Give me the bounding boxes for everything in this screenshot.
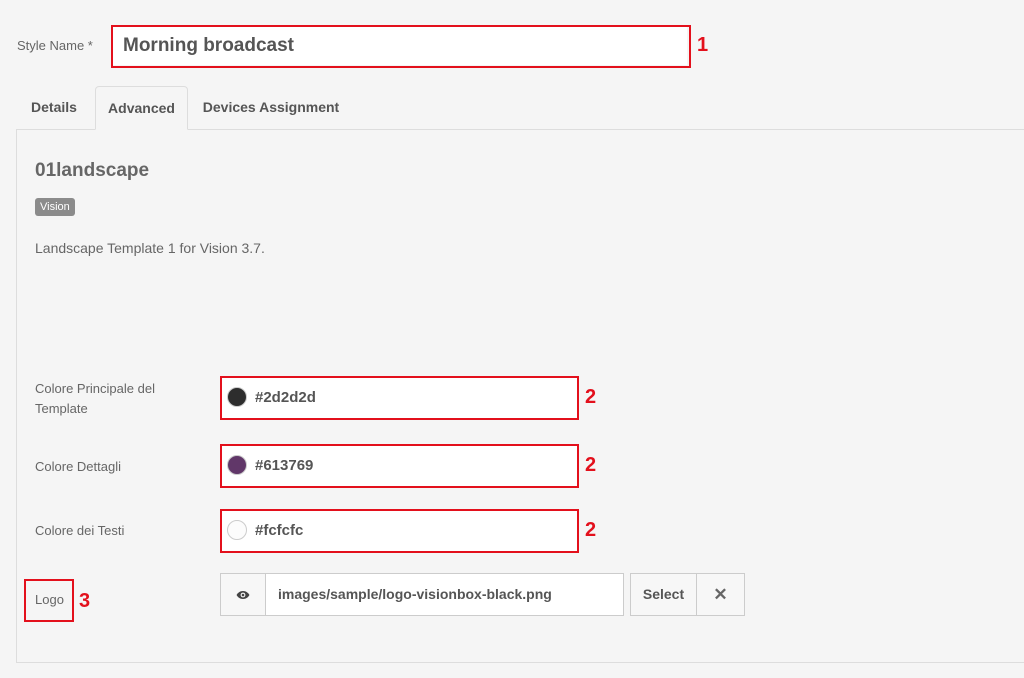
tab-details[interactable]: Details	[16, 86, 92, 129]
close-icon: ✕	[713, 585, 728, 604]
color-text-label: Colore dei Testi	[35, 523, 125, 538]
annotation-number-1: 1	[697, 34, 709, 56]
template-title: 01landscape	[35, 160, 150, 181]
color-main-label: Colore Principale del Template	[35, 381, 155, 416]
annotation-number-3: 3	[79, 590, 91, 612]
eye-icon	[236, 591, 250, 600]
template-badge: Vision	[35, 198, 75, 216]
tab-advanced[interactable]: Advanced	[95, 86, 188, 130]
annotation-number-2b: 2	[585, 454, 597, 476]
color-details-label: Colore Dettagli	[35, 459, 121, 474]
annotation-number-2c: 2	[585, 519, 597, 541]
clear-logo-button[interactable]: ✕	[697, 573, 745, 616]
logo-path-input[interactable]: images/sample/logo-visionbox-black.png	[266, 573, 624, 616]
tab-devices-assignment[interactable]: Devices Assignment	[194, 86, 348, 129]
annotation-box-2c	[220, 509, 579, 553]
logo-label: Logo	[35, 592, 64, 607]
tab-bar: Details Advanced Devices Assignment	[16, 86, 1024, 130]
preview-button[interactable]	[220, 573, 266, 616]
template-description: Landscape Template 1 for Vision 3.7.	[35, 240, 265, 256]
annotation-box-2b	[220, 444, 579, 488]
annotation-box-1	[111, 25, 691, 68]
style-name-label: Style Name *	[17, 38, 93, 53]
annotation-box-2a	[220, 376, 579, 420]
annotation-number-2a: 2	[585, 386, 597, 408]
select-logo-button[interactable]: Select	[630, 573, 697, 616]
